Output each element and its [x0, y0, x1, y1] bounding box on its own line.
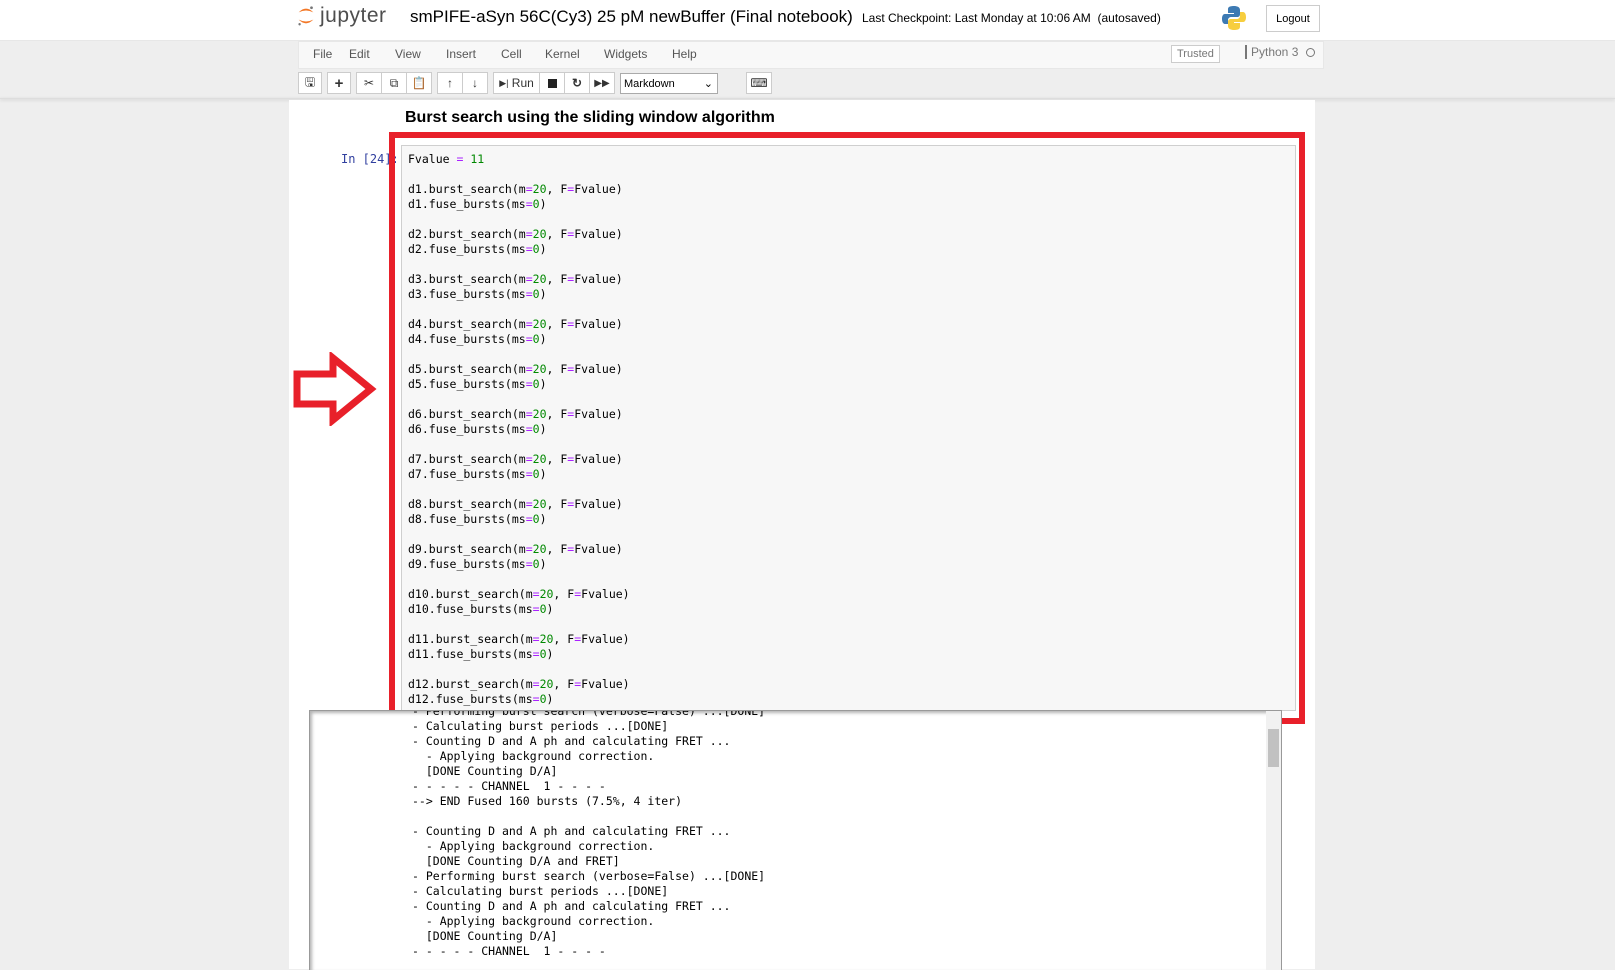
- move-down-button[interactable]: ↓: [462, 72, 488, 94]
- copy-button[interactable]: ⧉: [381, 72, 407, 94]
- chevron-down-icon: ⌄: [703, 78, 713, 90]
- insert-cell-button[interactable]: +: [327, 72, 351, 94]
- paste-icon: 📋: [411, 76, 427, 90]
- notebook-title[interactable]: smPIFE-aSyn 56C(Cy3) 25 pM newBuffer (Fi…: [410, 7, 853, 27]
- python-logo-icon: [1222, 6, 1246, 30]
- fast-forward-icon: ▶▶: [594, 77, 610, 89]
- output-line: - Performing burst search (verbose=False…: [412, 869, 766, 883]
- output-line: --> END Fused 160 bursts (7.5%, 4 iter): [412, 794, 683, 808]
- menu-insert[interactable]: Insert: [446, 47, 476, 61]
- refresh-icon: ↻: [571, 76, 583, 90]
- header-divider: [0, 98, 1615, 99]
- output-line: - Counting D and A ph and calculating FR…: [412, 734, 731, 748]
- kernel-name: Python 3: [1251, 45, 1299, 59]
- save-icon: 🖫: [304, 74, 316, 89]
- menu-view[interactable]: View: [395, 47, 421, 61]
- menubar: File Edit View Insert Cell Kernel Widget…: [298, 41, 1324, 69]
- jupyter-logo[interactable]: jupyter: [296, 4, 387, 28]
- interrupt-button[interactable]: [539, 72, 565, 94]
- output-line: - Calculating burst periods ...[DONE]: [412, 884, 669, 898]
- output-line: - Applying background correction.: [412, 914, 655, 928]
- cut-button[interactable]: ✂: [356, 72, 382, 94]
- menu-edit[interactable]: Edit: [349, 47, 370, 61]
- restart-run-all-button[interactable]: ▶▶: [589, 72, 615, 94]
- step-forward-icon: ▶|: [499, 77, 509, 88]
- plus-icon: +: [334, 74, 344, 92]
- output-line: - Performing burst search (verbose=False…: [412, 710, 766, 718]
- output-line: - Applying background correction.: [412, 839, 655, 853]
- scissors-icon: ✂: [363, 76, 375, 90]
- cell-type-value: Markdown: [624, 77, 675, 90]
- kernel-idle-icon: [1306, 48, 1316, 58]
- arrow-up-icon: ↑: [447, 76, 453, 90]
- logout-button[interactable]: Logout: [1266, 5, 1320, 32]
- restart-button[interactable]: ↻: [564, 72, 590, 94]
- copy-icon: ⧉: [389, 75, 399, 90]
- output-line: [DONE Counting D/A]: [412, 929, 558, 943]
- arrow-down-icon: ↓: [472, 76, 478, 90]
- autosave-status: (autosaved): [1097, 11, 1161, 25]
- menu-file[interactable]: File: [313, 47, 332, 61]
- stop-icon: [547, 78, 557, 88]
- logo-text: jupyter: [320, 4, 387, 27]
- jupyter-logo-icon: [298, 6, 314, 26]
- output-line: - - - - - CHANNEL 1 - - - -: [412, 779, 606, 793]
- menu-widgets[interactable]: Widgets: [604, 47, 647, 61]
- output-line: - Applying background correction.: [412, 749, 655, 763]
- move-up-button[interactable]: ↑: [437, 72, 463, 94]
- header: jupyter smPIFE-aSyn 56C(Cy3) 25 pM newBu…: [0, 0, 1615, 41]
- command-palette-button[interactable]: ⌨: [746, 72, 772, 94]
- arrow-right-icon: [293, 352, 377, 426]
- trusted-indicator[interactable]: Trusted: [1171, 45, 1220, 63]
- menu-help[interactable]: Help: [672, 47, 697, 61]
- scrollbar-thumb[interactable]: [1268, 729, 1279, 767]
- highlight-box: [389, 132, 1305, 724]
- run-button[interactable]: ▶| Run: [493, 72, 540, 94]
- save-button[interactable]: 🖫: [298, 72, 322, 94]
- cell-type-select[interactable]: Markdown ⌄: [620, 73, 718, 94]
- paste-button[interactable]: 📋: [406, 72, 432, 94]
- menu-kernel[interactable]: Kernel: [545, 47, 580, 61]
- output-line: [DONE Counting D/A]: [412, 764, 558, 778]
- checkpoint-status: Last Checkpoint: Last Monday at 10:06 AM…: [862, 11, 1161, 25]
- kernel-indicator: Python 3: [1245, 45, 1316, 59]
- checkpoint-text: Last Checkpoint: Last Monday at 10:06 AM: [862, 11, 1091, 25]
- menu-cell[interactable]: Cell: [501, 47, 522, 61]
- output-line: [DONE Counting D/A and FRET]: [412, 854, 620, 868]
- keyboard-icon: ⌨: [750, 76, 768, 90]
- output-area: - Performing burst search (verbose=False…: [309, 710, 1282, 970]
- output-text: - Performing burst search (verbose=False…: [412, 710, 766, 959]
- markdown-heading: Burst search using the sliding window al…: [405, 109, 775, 126]
- output-line: - - - - - CHANNEL 1 - - - -: [412, 944, 606, 958]
- output-scrollbar[interactable]: [1266, 711, 1281, 970]
- output-line: - Calculating burst periods ...[DONE]: [412, 719, 669, 733]
- run-label: Run: [511, 76, 534, 90]
- output-line: - Counting D and A ph and calculating FR…: [412, 899, 731, 913]
- output-line: - Counting D and A ph and calculating FR…: [412, 824, 731, 838]
